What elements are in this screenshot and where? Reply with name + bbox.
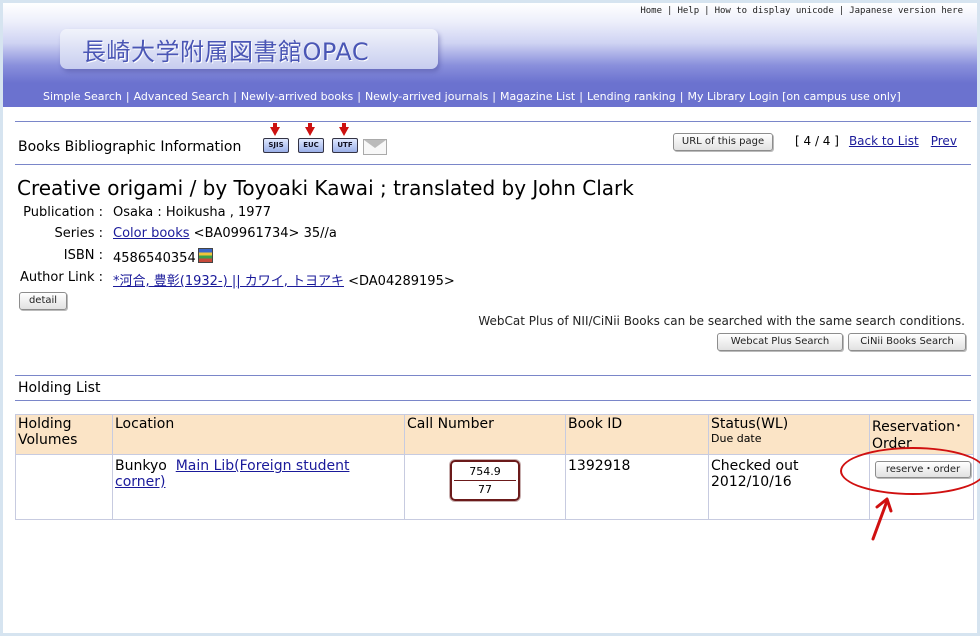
utf-download-icon[interactable]: UTF xyxy=(332,123,358,153)
home-link[interactable]: Home xyxy=(640,6,662,16)
series-link[interactable]: Color books xyxy=(113,226,190,241)
pager-count: [ 4 / 4 ] xyxy=(795,134,839,148)
unicode-help-link[interactable]: How to display unicode xyxy=(715,6,834,16)
holding-table: Holding Volumes Location Call Number Boo… xyxy=(15,414,974,520)
nav-magazine-list[interactable]: Magazine List xyxy=(500,90,575,103)
call-number-line1: 754.9 xyxy=(469,465,501,478)
isbn-label: ISBN : xyxy=(63,248,103,263)
author-link[interactable]: *河合, 豊彰(1932-) || カワイ, トヨアキ xyxy=(113,274,344,289)
pager: [ 4 / 4 ] Back to List Prev xyxy=(795,134,957,148)
detail-button[interactable]: detail xyxy=(19,292,67,310)
back-to-list-link[interactable]: Back to List xyxy=(849,134,919,148)
call-number-label[interactable]: 754.9 77 xyxy=(450,460,520,501)
sjis-download-icon[interactable]: SJIS xyxy=(263,123,289,153)
holding-header-row: Holding Volumes Location Call Number Boo… xyxy=(15,414,974,455)
publication-value: Osaka : Hoikusha , 1977 xyxy=(113,205,272,220)
author-link-label: Author Link : xyxy=(19,270,103,285)
cell-book-id: 1392918 xyxy=(565,454,709,520)
annotation-ellipse xyxy=(840,447,980,495)
col-holding-volumes: Holding Volumes xyxy=(15,414,113,455)
col-status: Status(WL) Due date xyxy=(708,414,870,455)
cinii-books-search-button[interactable]: CiNii Books Search xyxy=(848,333,966,351)
cell-location: Bunkyo Main Lib(Foreign student corner) xyxy=(112,454,405,520)
nav-advanced-search[interactable]: Advanced Search xyxy=(134,90,230,103)
table-row: Bunkyo Main Lib(Foreign student corner) … xyxy=(15,454,974,520)
nav-lending-ranking[interactable]: Lending ranking xyxy=(587,90,676,103)
mail-icon[interactable] xyxy=(363,139,387,155)
url-of-page-button[interactable]: URL of this page xyxy=(673,133,773,151)
cell-call-number: 754.9 77 xyxy=(404,454,566,520)
main-nav: Simple Search | Advanced Search | Newly-arri… xyxy=(43,90,901,103)
nav-my-library-login[interactable]: My Library Login [on campus use only] xyxy=(687,90,900,103)
euc-download-icon[interactable]: EUC xyxy=(298,123,324,153)
prev-link[interactable]: Prev xyxy=(931,134,957,148)
campus-name: Bunkyo xyxy=(115,458,167,474)
holding-heading: Holding List xyxy=(18,380,101,396)
series-value: Color books <BA09961734> 35//a xyxy=(113,226,337,241)
series-label: Series : xyxy=(54,226,104,241)
nav-new-journals[interactable]: Newly-arrived journals xyxy=(365,90,488,103)
due-date-value: 2012/10/16 xyxy=(711,474,792,490)
header: Home | Help | How to display unicode | Japanes… xyxy=(3,3,977,107)
record-title: Creative origami / by Toyoaki Kawai ; tr… xyxy=(17,176,634,200)
series-id: <BA09961734> 35//a xyxy=(189,226,337,241)
author-id: <DA04289195> xyxy=(343,274,455,289)
cell-volumes xyxy=(15,454,113,520)
call-number-line2: 77 xyxy=(478,483,492,496)
col-book-id: Book ID xyxy=(565,414,709,455)
nav-simple-search[interactable]: Simple Search xyxy=(43,90,122,103)
author-value: *河合, 豊彰(1932-) || カワイ, トヨアキ <DA04289195> xyxy=(113,270,455,289)
webcat-plus-search-button[interactable]: Webcat Plus Search xyxy=(717,333,843,351)
japanese-version-link[interactable]: Japanese version here xyxy=(849,6,963,16)
publication-label: Publication : xyxy=(23,205,103,220)
utf-label: UTF xyxy=(332,138,358,153)
status-heading: Status(WL) xyxy=(711,416,789,432)
top-links: Home | Help | How to display unicode | Japanes… xyxy=(640,6,963,16)
col-call-number: Call Number xyxy=(404,414,566,455)
euc-label: EUC xyxy=(298,138,324,153)
biblio-bar: Books Bibliographic Information SJIS EUC… xyxy=(15,121,971,165)
col-location: Location xyxy=(112,414,405,455)
sjis-label: SJIS xyxy=(263,138,289,153)
due-date-heading: Due date xyxy=(711,432,762,445)
annotation-arrow-icon xyxy=(871,497,893,541)
biblio-heading: Books Bibliographic Information xyxy=(18,139,242,155)
nav-new-books[interactable]: Newly-arrived books xyxy=(241,90,353,103)
logo-text: 長崎大学附属図書館OPAC xyxy=(82,38,370,66)
webcat-note: WebCat Plus of NII/CiNii Books can be se… xyxy=(478,314,965,328)
help-link[interactable]: Help xyxy=(677,6,699,16)
status-value: Checked out xyxy=(711,458,799,474)
holding-bar: Holding List xyxy=(15,375,971,401)
isbn-number: 4586540354 xyxy=(113,251,196,266)
book-cover-icon[interactable] xyxy=(197,248,213,263)
isbn-value: 4586540354 xyxy=(113,248,213,266)
logo[interactable]: 長崎大学附属図書館OPAC xyxy=(60,29,438,69)
